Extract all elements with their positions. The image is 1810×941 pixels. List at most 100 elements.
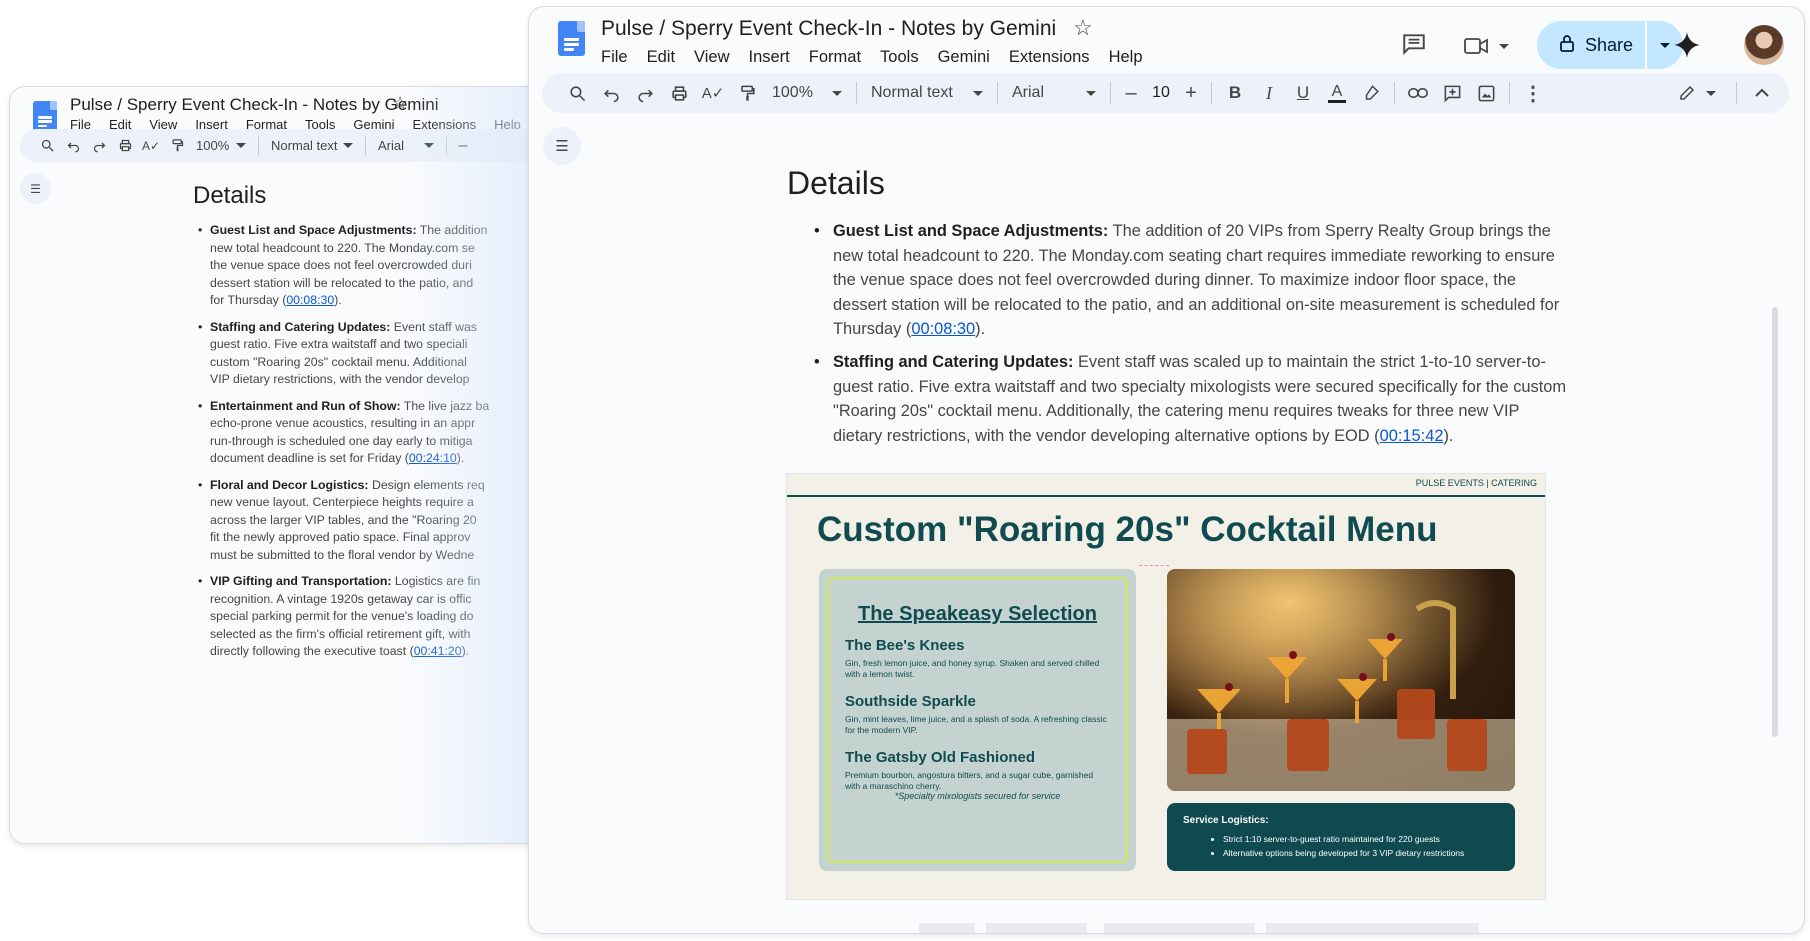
- bullet-line: echo-prone venue acoustics, resulting in…: [210, 416, 476, 430]
- font-size-input[interactable]: 10: [1145, 84, 1177, 102]
- undo-icon[interactable]: [594, 84, 628, 103]
- avatar[interactable]: [1744, 25, 1784, 65]
- menu-file[interactable]: File: [601, 48, 628, 67]
- add-comment-icon[interactable]: [1435, 84, 1469, 103]
- logistics-title: Service Logistics:: [1183, 815, 1269, 826]
- details-heading: Details: [193, 182, 267, 209]
- search-icon[interactable]: [560, 84, 594, 103]
- background-doc-window[interactable]: Pulse / Sperry Event Check-In - Notes by…: [9, 86, 569, 844]
- italic-icon[interactable]: I: [1252, 83, 1286, 104]
- paint-format-icon[interactable]: [730, 84, 764, 103]
- insert-image-icon[interactable]: [1469, 84, 1503, 103]
- toolbar: A✓ 100% Normal text Arial – 10 + B I U A: [542, 73, 1789, 113]
- service-logistics-box: Service Logistics: Strict 1:10 server-to…: [1167, 803, 1515, 871]
- cocktail-menu-slide-image[interactable]: PULSE EVENTS | CATERING Custom "Roaring …: [786, 473, 1546, 900]
- font-value: Arial: [1012, 84, 1045, 101]
- bullet-line: must be submitted to the floral vendor b…: [210, 547, 475, 562]
- bullet-text: Event staff was: [390, 319, 477, 334]
- doc-title[interactable]: Pulse / Sperry Event Check-In - Notes by…: [601, 17, 1056, 41]
- zoom-select[interactable]: 100%: [764, 84, 850, 102]
- menu-edit[interactable]: Edit: [647, 48, 675, 67]
- bullet-label: Guest List and Space Adjustments:: [833, 222, 1109, 240]
- print-icon[interactable]: [112, 138, 138, 153]
- underline-icon[interactable]: U: [1286, 83, 1320, 103]
- bullet-line: guest ratio. Five extra waitstaff and tw…: [210, 337, 468, 351]
- decrease-font-icon[interactable]: –: [453, 137, 473, 155]
- logistics-item: Alternative options being developed for …: [1223, 846, 1499, 860]
- font-select[interactable]: Arial: [372, 138, 440, 153]
- bullet-line: recognition. A vintage 1920s getaway car…: [210, 591, 472, 606]
- bullet-line: selected as the firm's official retireme…: [210, 626, 471, 641]
- bullet-text: The addition: [416, 223, 488, 237]
- bullet-label: Entertainment and Run of Show:: [210, 398, 401, 413]
- comments-icon[interactable]: [1399, 29, 1429, 59]
- menu-help[interactable]: Help: [1109, 48, 1143, 67]
- increase-font-size-button[interactable]: +: [1177, 82, 1205, 105]
- outline-toggle-button[interactable]: ☰: [20, 173, 51, 204]
- share-button[interactable]: Share: [1537, 21, 1646, 69]
- timestamp-link[interactable]: 00:08:30: [911, 320, 975, 338]
- more-options-icon[interactable]: ⋮: [1516, 81, 1550, 106]
- bullet-text: Logistics are fin: [391, 574, 481, 588]
- menu-tools[interactable]: Tools: [880, 48, 919, 67]
- menu-insert[interactable]: Insert: [749, 48, 790, 67]
- menu-format[interactable]: Format: [809, 48, 861, 67]
- timestamp-link[interactable]: 00:15:42: [1380, 427, 1444, 445]
- drink-item: The Gatsby Old Fashioned Premium bourbon…: [845, 749, 1110, 792]
- doc-title[interactable]: Pulse / Sperry Event Check-In - Notes by…: [70, 95, 438, 115]
- back-details-list: Guest List and Space Adjustments: The ad…: [198, 222, 568, 670]
- logistics-item: Strict 1:10 server-to-guest ratio mainta…: [1223, 832, 1499, 846]
- service-note: *Specialty mixologists secured for servi…: [894, 791, 1061, 801]
- menu-card: The Speakeasy Selection The Bee's Knees …: [819, 569, 1136, 871]
- editing-mode-icon[interactable]: [1668, 84, 1726, 102]
- font-value: Arial: [378, 138, 405, 153]
- bullet-text: The live jazz ba: [400, 398, 490, 413]
- spellcheck-icon[interactable]: A✓: [138, 139, 164, 153]
- selection-title: The Speakeasy Selection: [857, 603, 1097, 625]
- style-select[interactable]: Normal text: [863, 84, 991, 102]
- style-select[interactable]: Normal text: [265, 138, 359, 153]
- menu-gemini[interactable]: Gemini: [938, 48, 990, 67]
- meet-icon[interactable]: [1457, 31, 1515, 61]
- star-icon[interactable]: ☆: [1073, 15, 1093, 41]
- text-color-icon[interactable]: A: [1320, 83, 1354, 103]
- font-select[interactable]: Arial: [1004, 84, 1104, 102]
- zoom-select[interactable]: 100%: [190, 138, 252, 153]
- gemini-icon[interactable]: [1669, 27, 1705, 63]
- zoom-value: 100%: [772, 84, 813, 101]
- bullet-label: Staffing and Catering Updates:: [210, 319, 391, 334]
- bullet-line: special parking permit for the venue's l…: [210, 609, 474, 623]
- share-label: Share: [1585, 34, 1634, 55]
- bold-icon[interactable]: B: [1218, 83, 1252, 103]
- redo-icon[interactable]: [86, 138, 112, 153]
- drink-name: Southside Sparkle: [845, 693, 976, 710]
- bullet-end: ).: [975, 320, 986, 339]
- paint-format-icon[interactable]: [164, 138, 190, 153]
- bullet-line: new venue layout. Centerpiece heights re…: [210, 495, 474, 509]
- menu-view[interactable]: View: [694, 48, 729, 67]
- timestamp-link[interactable]: 00:08:30: [286, 293, 334, 307]
- outline-toggle-button[interactable]: ☰: [543, 127, 581, 165]
- timestamp-link[interactable]: 00:24:10: [409, 451, 457, 465]
- menu-extensions[interactable]: Extensions: [1009, 48, 1090, 67]
- bullet-label: Guest List and Space Adjustments:: [210, 223, 417, 237]
- highlight-icon[interactable]: [1354, 84, 1388, 102]
- redo-icon[interactable]: [628, 84, 662, 103]
- spellcheck-icon[interactable]: A✓: [696, 84, 730, 102]
- bullet-end: ).: [334, 293, 342, 307]
- bullet-line: custom "Roaring 20s" cocktail menu. Addi…: [210, 354, 467, 369]
- star-icon[interactable]: ☆: [392, 93, 408, 114]
- drink-description: Gin, fresh lemon juice, and honey syrup.…: [845, 658, 1100, 680]
- search-icon[interactable]: [34, 138, 60, 153]
- bullet-line: dessert station will be relocated to the…: [210, 275, 474, 290]
- timestamp-link[interactable]: 00:41:20: [414, 644, 462, 658]
- print-icon[interactable]: [662, 84, 696, 103]
- link-icon[interactable]: [1401, 86, 1435, 100]
- drink-item: The Bee's Knees Gin, fresh lemon juice, …: [845, 637, 1110, 680]
- detail-bullet: Entertainment and Run of Show: The live …: [198, 398, 568, 468]
- scrollbar[interactable]: [1772, 307, 1778, 737]
- decrease-font-size-button[interactable]: –: [1117, 82, 1145, 105]
- bullet-end: ).: [461, 644, 470, 658]
- undo-icon[interactable]: [60, 138, 86, 153]
- collapse-toolbar-icon[interactable]: [1747, 88, 1777, 98]
